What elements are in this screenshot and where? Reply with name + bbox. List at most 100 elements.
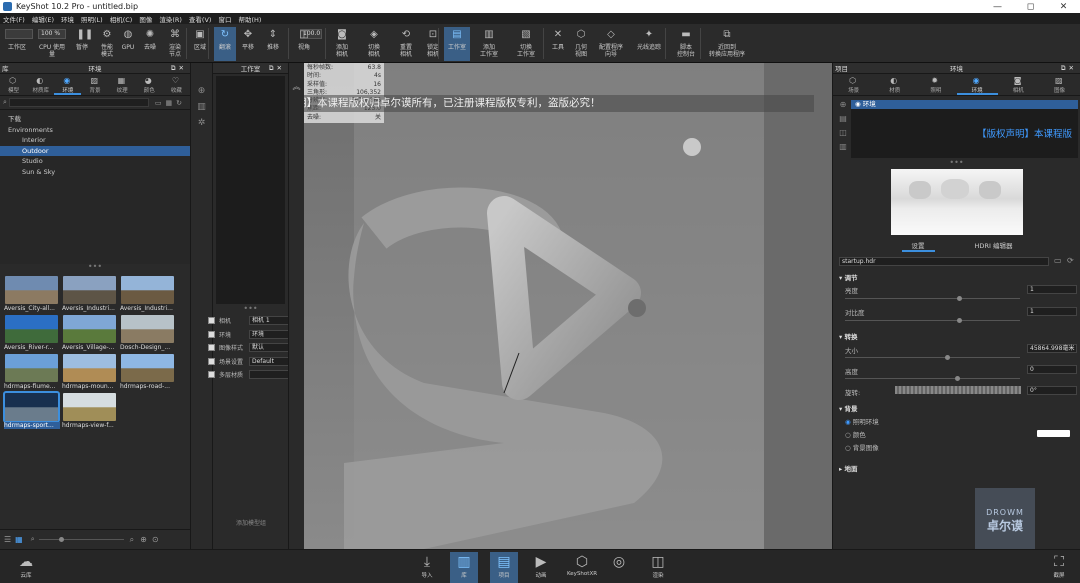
add-model-set-label[interactable]: 添加模型组 [213,518,289,527]
upload-icon[interactable]: ⊙ [152,535,159,544]
tree-item[interactable]: Studio [0,156,190,167]
menu-window[interactable]: 窗口 [218,14,231,24]
tree-item[interactable]: 下载 [0,114,190,125]
environment-thumbnail[interactable] [63,393,116,421]
hdr-file-field[interactable]: startup.hdr [839,257,1049,266]
environment-thumbnail[interactable] [5,315,58,343]
menu-view[interactable]: 查看(V) [189,14,212,24]
tab-hdri-editor[interactable]: HDRI 编辑器 [975,240,1013,252]
toolbar-button-view-angle[interactable]: ◫ 视角 [291,27,317,61]
delete-env-icon[interactable]: ▥ [835,140,851,154]
background-section-header[interactable]: ▾ 背景 [839,403,858,413]
library-tab-environment[interactable]: ◉ 环境 [54,74,82,95]
toolbar-button-lock-camera[interactable]: ⊡ 锁定 相机 [420,27,446,61]
project-splitter[interactable]: ••• [833,159,1080,168]
bg-option-lighting[interactable]: ◉ 照明环境 [845,416,879,426]
screenshot-button[interactable]: ⛶ 截屏 [1045,552,1073,583]
toolbar-button-performance[interactable]: ⚙ 性能 模式 [96,27,118,61]
bottom-button-import[interactable]: ⤓ 导入 [413,552,441,583]
refresh-icon[interactable]: ↻ [176,99,182,107]
maximize-button[interactable]: ◻ [1014,2,1047,12]
studio-row-checkbox[interactable] [208,357,215,365]
toolbar-button-add-camera[interactable]: ◙ 添加 相机 [328,27,356,61]
menu-lighting[interactable]: 照明(L) [81,14,103,24]
studio-row-checkbox[interactable] [208,330,215,338]
toolbar-button-add-studio[interactable]: ▥ 添加 工作室 [474,27,504,61]
library-search-input[interactable] [8,98,149,107]
bottom-button-render[interactable]: ◫ 渲染 [644,552,672,583]
bottom-button-library[interactable]: ▥ 库 [450,552,478,583]
toolbar-button-switch-studio[interactable]: ▧ 切换 工作室 [511,27,541,61]
download-icon[interactable]: ⊕ [140,535,147,544]
environment-item[interactable]: ◉ 环境 [851,100,1078,109]
studio-row-value[interactable]: 环境 [249,329,291,339]
studio-list[interactable] [216,76,285,304]
toolbar-button-reset-camera[interactable]: ⟲ 重置 相机 [392,27,420,61]
library-tab-materials[interactable]: ◐ 材质库 [27,74,54,95]
project-tab-scene[interactable]: ⬡ 场景 [833,74,874,95]
environment-thumbnail[interactable] [63,354,116,382]
collapse-up-icon[interactable]: ︽ [289,81,304,92]
toolbar-button-pause[interactable]: ❚❚ 暂停 [72,27,93,61]
project-tab-camera[interactable]: ◙ 相机 [998,74,1039,95]
studio-row-checkbox[interactable] [208,317,215,324]
bottom-button-animation[interactable]: ▶ 动画 [527,552,555,583]
project-tab-image[interactable]: ▨ 图像 [1039,74,1080,95]
open-folder-icon[interactable]: ▭ [1054,256,1062,265]
project-tab-lighting[interactable]: ✹ 照明 [915,74,956,95]
render-viewport[interactable]: 每秒帧数:63.8时间:4s采样值:16三角形:106,352分辨率:767 x… [304,63,832,549]
toolbar-button-region[interactable]: ▣ 区域 [191,27,209,61]
toolbar-button-switch-camera[interactable]: ◈ 切换 相机 [360,27,388,61]
library-tab-texture[interactable]: ▦ 纹理 [109,74,136,95]
rotation-dial[interactable] [895,386,1021,394]
studio-row-checkbox[interactable] [208,344,215,351]
studio-splitter[interactable]: ••• [213,305,288,314]
toolbar-button-tools[interactable]: ✕ 工具 [549,27,567,61]
brightness-slider[interactable] [845,296,1020,301]
bottom-button-keyshotxr[interactable]: ⬡ KeyShotXR [564,552,600,583]
studio-panel-controls[interactable]: ⧉✕ [269,64,285,73]
rotation-input[interactable]: 0° [1027,386,1077,395]
brightness-input[interactable]: 1 [1027,285,1077,294]
environment-thumbnail[interactable] [121,276,174,304]
bottom-button-keyvr[interactable]: ◎ [605,552,633,583]
tree-item[interactable]: Sun & Sky [0,167,190,178]
contrast-slider[interactable] [845,318,1020,323]
library-tab-color[interactable]: ◕ 颜色 [136,74,163,95]
toolbar-button-tumble[interactable]: ↻ 翻滚 [214,27,236,61]
toolbar-button-geometry-view[interactable]: ⬡ 几何 视图 [570,27,592,61]
grid-view-icon[interactable]: ▦ [15,535,23,544]
library-tab-favorites[interactable]: ♡ 收藏 [163,74,190,95]
menu-environment[interactable]: 环境 [61,14,74,24]
bg-option-color[interactable]: ○ 颜色 [845,429,866,439]
add-env-icon[interactable]: ⊕ [835,98,851,112]
tree-item[interactable]: Environments [0,125,190,136]
menu-help[interactable]: 帮助(H) [238,14,261,24]
environment-thumbnail[interactable] [121,354,174,382]
thumbnail-size-slider[interactable] [38,537,124,542]
bottom-button-project[interactable]: ▤ 项目 [490,552,518,583]
menu-edit[interactable]: 编辑(E) [32,14,54,24]
project-panel-controls[interactable]: ⧉✕ [1061,64,1077,73]
environment-thumbnail[interactable] [3,391,60,423]
list-view-icon[interactable]: ☰ [4,535,11,544]
grid-icon[interactable]: ▦ [166,99,173,107]
menu-render[interactable]: 渲染(R) [159,14,182,24]
toolbar-button-gpu[interactable]: ◍ GPU [120,27,136,61]
transform-section-header[interactable]: ▾ 转换 [839,331,858,341]
project-tab-material[interactable]: ◐ 材质 [874,74,915,95]
minimize-button[interactable]: — [981,2,1014,12]
menu-file[interactable]: 文件(F) [3,14,25,24]
bg-color-swatch[interactable] [1037,430,1070,437]
toolbar-button-layout[interactable]: ▭工作区 [6,27,28,61]
toolbar-button-node[interactable]: ⌘ 渲染 节点 [163,27,187,61]
toolbar-button-denoise[interactable]: ✺ 去噪 [140,27,160,61]
bg-option-image[interactable]: ○ 背景图像 [845,442,879,452]
toolbar-button-script[interactable]: ▬ 脚本 控制台 [671,27,701,61]
environment-thumbnail[interactable] [5,276,58,304]
close-button[interactable]: ✕ [1047,2,1080,12]
height-slider[interactable] [845,376,1020,381]
studio-row-value[interactable]: 默认 [249,343,291,352]
reload-icon[interactable]: ⟳ [1067,256,1074,265]
environment-thumbnail[interactable] [121,315,174,343]
